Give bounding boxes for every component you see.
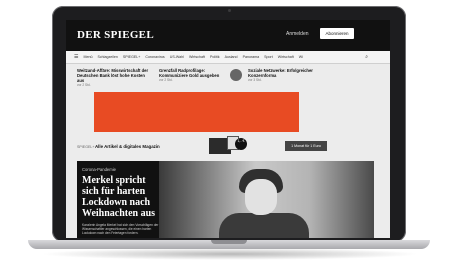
hero-headline[interactable]: Merkel spricht sich für harten Lockdown … (82, 175, 160, 219)
teaser-link[interactable]: Weitzand-Affäre: Misswirtschaft der Deut… (77, 68, 151, 88)
nav-item[interactable]: Sport (264, 55, 273, 59)
hero-photo (159, 161, 374, 238)
nav-item[interactable]: Wirtschaft (278, 55, 294, 59)
subscribe-button[interactable]: Abonnieren (320, 28, 354, 39)
teaser-date: vor 2 Std. (159, 78, 173, 82)
nav-item[interactable]: Coronavirus (145, 55, 164, 59)
nav-item[interactable]: Wirtschaft (189, 55, 205, 59)
nav-item[interactable]: Panorama (243, 55, 260, 59)
price-badge: 1,- € (235, 138, 247, 150)
photo-figure-face (245, 179, 277, 215)
site-header: DER SPIEGEL Anmelden Abonnieren (66, 20, 390, 51)
teaser-date: vor 2 Std. (77, 83, 91, 87)
search-icon[interactable]: ⌕ (365, 54, 368, 60)
teaser-title: Weitzand-Affäre: Misswirtschaft der Deut… (77, 68, 149, 83)
promo-text: Alle Artikel & digitales Magazin (95, 144, 160, 149)
browser-screen: DER SPIEGEL Anmelden Abonnieren ☰ Menü S… (66, 20, 390, 238)
laptop-lid: DER SPIEGEL Anmelden Abonnieren ☰ Menü S… (52, 6, 406, 242)
nav-item[interactable]: US-Wahl (170, 55, 184, 59)
nav-menu-label[interactable]: Menü (83, 55, 92, 59)
teaser-title: Grenzfall Radprofilage: Kommuniziere Gol… (159, 68, 220, 78)
promo-label: SPIEGEL+ (77, 145, 95, 149)
nav-item[interactable]: Politik (210, 55, 220, 59)
hero-article[interactable]: Corona-Pandemie Merkel spricht sich für … (77, 161, 374, 238)
nav-item[interactable]: Wi (299, 55, 303, 59)
site-logo[interactable]: DER SPIEGEL (77, 29, 154, 41)
laptop-base (28, 240, 430, 249)
camera-icon (228, 9, 231, 12)
main-nav: ☰ Menü Schlagzeilen SPIEGEL+ Coronavirus… (66, 51, 390, 64)
hero-text: Corona-Pandemie Merkel spricht sich für … (82, 167, 160, 235)
teaser-title: Soziale Netzwerke: Erfolgreicher Konzern… (248, 68, 313, 78)
promo-button[interactable]: 1 Monat für 1 Euro (285, 141, 327, 151)
menu-icon[interactable]: ☰ (74, 54, 78, 60)
teaser-thumbnail[interactable] (230, 69, 242, 81)
ad-banner[interactable] (94, 92, 299, 132)
nav-item[interactable]: Ausland (225, 55, 238, 59)
hero-kicker: Corona-Pandemie (82, 167, 116, 172)
hero-summary: Kanzlerin Angela Merkel hat sich den Vor… (82, 223, 159, 235)
teaser-link[interactable]: Soziale Netzwerke: Erfolgreicher Konzern… (248, 68, 328, 88)
subscription-promo: SPIEGEL+ Alle Artikel & digitales Magazi… (77, 136, 377, 158)
nav-item[interactable]: Schlagzeilen (97, 55, 117, 59)
teaser-link[interactable]: Grenzfall Radprofilage: Kommuniziere Gol… (159, 68, 227, 88)
photo-figure-body (219, 213, 309, 238)
laptop-notch (211, 240, 247, 244)
laptop-shadow (40, 248, 420, 260)
nav-item[interactable]: SPIEGEL+ (123, 55, 140, 59)
teaser-date: vor 3 Std. (248, 78, 262, 82)
login-link[interactable]: Anmelden (286, 31, 309, 37)
